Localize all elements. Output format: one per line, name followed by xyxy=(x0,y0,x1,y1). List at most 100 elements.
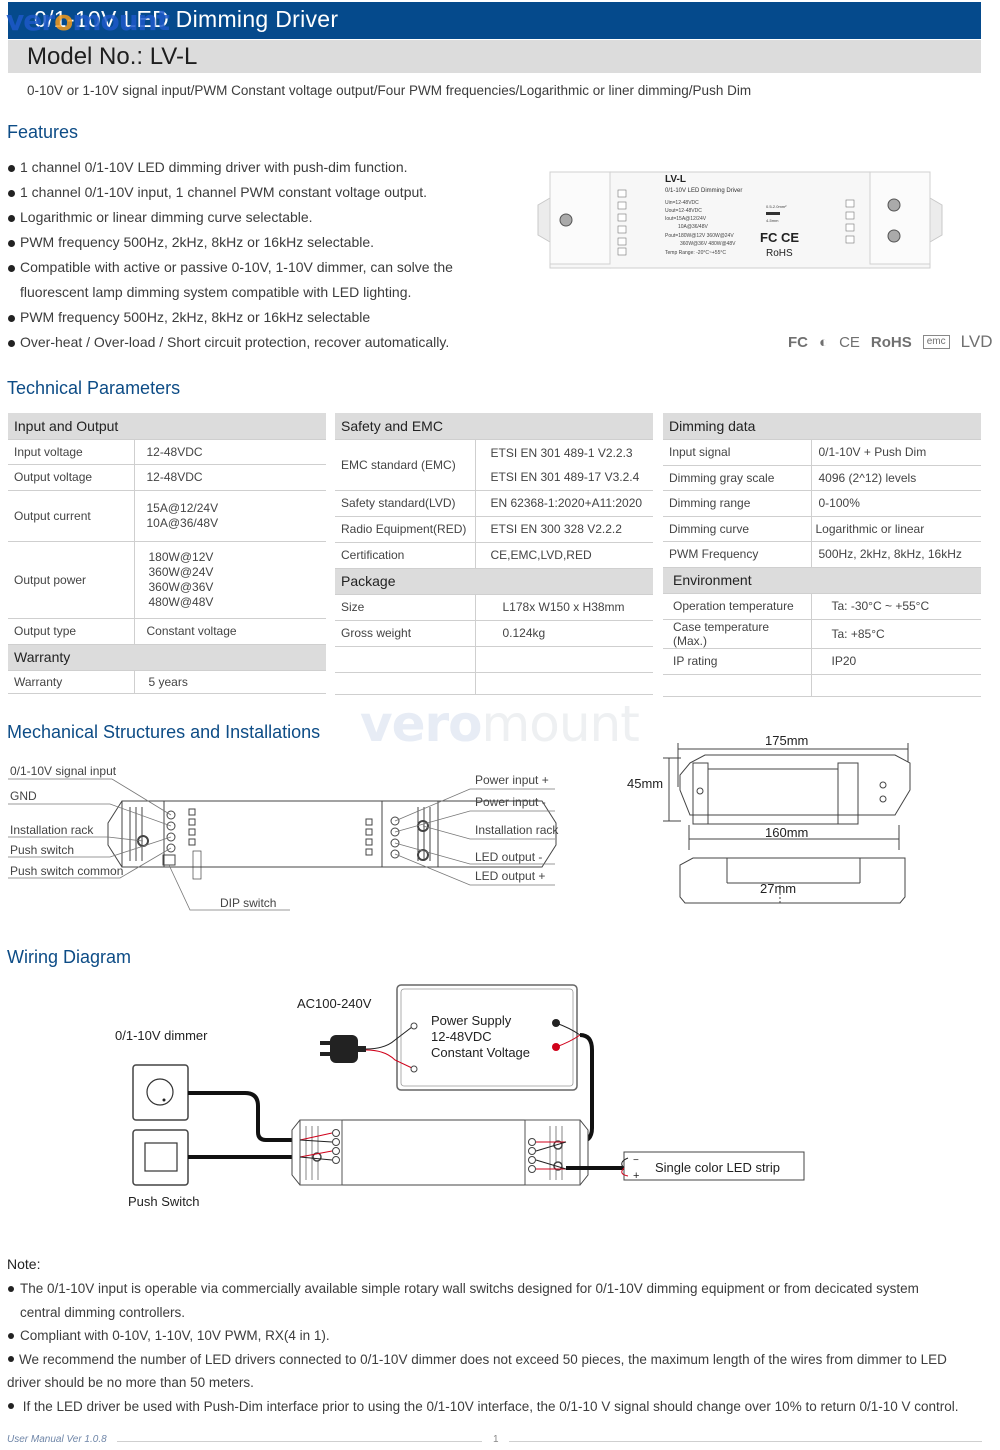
strip-minus: − xyxy=(633,1155,639,1166)
table-row: Output current 15A@12/24V 10A@36/48V xyxy=(8,490,326,542)
led-strip-label: Single color LED strip xyxy=(655,1160,780,1175)
table-row: EMC standard (EMC) ETSI EN 301 489-1 V2.2… xyxy=(335,439,653,491)
label-temp: Temp Range: -20°C~+55°C xyxy=(665,250,726,256)
table-row: Certification CE,EMC,LVD,RED xyxy=(335,542,653,569)
feature-item: PWM frequency 500Hz, 2kHz, 8kHz or 16kHz… xyxy=(7,230,477,255)
product-image: LV-L 0/1-10V LED Dimming Driver Uin=12-4… xyxy=(537,171,943,269)
label-pout2: 360W@36V 480W@48V xyxy=(680,241,736,247)
table-row: Gross weight 0.124kg xyxy=(335,620,653,647)
watermark-logo: veromount xyxy=(360,695,640,753)
notes-heading: Note: xyxy=(7,1256,41,1272)
table-row: IP rating IP20 xyxy=(663,648,981,675)
table-row: Safety standard(LVD) EN 62368-1:2020+A11:… xyxy=(335,490,653,517)
note-item: The 0/1-10V input is operable via commer… xyxy=(7,1277,992,1301)
label-uin: Uin=12-48VDC xyxy=(665,200,699,206)
fcc-mark-icon: FC CE xyxy=(760,230,799,245)
left-cover xyxy=(549,171,611,265)
table-heading: Environment xyxy=(663,567,981,594)
label-strip: 4-5mm xyxy=(766,218,779,223)
note-item-continued: central dimming controllers. xyxy=(20,1304,186,1320)
mechanical-diagram: 0/1-10V signal input GND Installation ra… xyxy=(8,764,559,911)
dim-depth: 27mm xyxy=(760,881,796,896)
screw-icon xyxy=(887,229,901,243)
label-signal-input: 0/1-10V signal input xyxy=(10,764,117,778)
feature-item: 1 channel 0/1-10V input, 1 channel PWM c… xyxy=(7,180,477,205)
feature-item: 1 channel 0/1-10V LED dimming driver wit… xyxy=(7,155,477,180)
feature-item: Compatible with active or passive 0-10V,… xyxy=(7,255,457,305)
label-model: LV-L xyxy=(665,174,686,185)
table-row: Input signal 0/1-10V + Push Dim xyxy=(663,439,981,466)
table-heading: Safety and EMC xyxy=(335,413,653,440)
psu-label-2: 12-48VDC xyxy=(431,1029,492,1044)
top-view-outline xyxy=(679,754,911,816)
note-item-continued: driver should be no more than 50 meters. xyxy=(7,1375,254,1390)
table-row: Radio Equipment(RED) ETSI EN 300 328 V2.2… xyxy=(335,516,653,543)
note-item: If the LED driver be used with Push-Dim … xyxy=(7,1395,992,1419)
label-pout: Pout=180W@12V 360W@24V xyxy=(665,233,734,239)
feature-item: Over-heat / Over-load / Short circuit pr… xyxy=(7,330,477,355)
tech-heading: Technical Parameters xyxy=(7,378,181,398)
label-iout: Iout=15A@12/24V xyxy=(665,216,707,222)
subtitle: 0-10V or 1-10V signal input/PWM Constant… xyxy=(27,83,752,98)
table-heading: Dimming data xyxy=(663,413,981,440)
wiring-heading: Wiring Diagram xyxy=(7,947,132,967)
table-row: Operation temperature Ta: -30°C ~ +55°C xyxy=(663,593,981,620)
ac-voltage-label: AC100-240V xyxy=(297,996,372,1011)
table-row: Output voltage 12-48VDC xyxy=(8,464,326,491)
dimmer-knob-icon xyxy=(146,1078,174,1106)
push-switch-label: Push Switch xyxy=(128,1194,200,1209)
table-row: Size L178x W150 x H38mm xyxy=(335,594,653,621)
dimmer-cable xyxy=(188,1091,300,1142)
table-row-empty xyxy=(335,672,653,695)
table-input-output: Input and Output Input voltage 12-48VDC O… xyxy=(8,413,326,694)
footer: User Manual Ver 1.0.8 1 xyxy=(7,1434,982,1448)
table-row-empty xyxy=(335,646,653,673)
note-item: Compliant with 0-10V, 1-10V, 10V PWM, RX… xyxy=(7,1324,992,1348)
dimmer-label: 0/1-10V dimmer xyxy=(115,1028,208,1043)
certification-marks: FC ◐ CE RoHS emc LVD xyxy=(788,332,992,352)
strip-plus: + xyxy=(633,1170,639,1182)
c-tick-icon: ◐ xyxy=(819,333,829,351)
note-item: We recommend the number of LED drivers c… xyxy=(7,1348,992,1372)
manual-version: User Manual Ver 1.0.8 xyxy=(7,1434,107,1445)
footer-divider xyxy=(509,1441,982,1442)
notes-list: The 0/1-10V input is operable via commer… xyxy=(7,1277,992,1418)
model-number: Model No.: LV-L xyxy=(27,43,198,70)
model-bar: Model No.: LV-L xyxy=(8,40,981,73)
label-power-input-plus: Power input + xyxy=(475,773,549,787)
table-row: Dimming curve Logarithmic or linear xyxy=(663,516,981,542)
screw-icon xyxy=(887,198,901,212)
label-gnd: GND xyxy=(10,789,37,803)
screw-icon xyxy=(559,213,573,227)
label-wire: 0.5-2.0mm² xyxy=(766,204,787,209)
feature-item: PWM frequency 500Hz, 2kHz, 8kHz or 16kHz… xyxy=(7,305,477,330)
dim-height: 45mm xyxy=(627,776,663,791)
label-installation-rack-left: Installation rack xyxy=(10,823,94,837)
lvd-icon: LVD xyxy=(960,332,993,351)
emc-icon: emc xyxy=(922,335,950,349)
footer-divider xyxy=(117,1441,482,1442)
label-led-output-minus: LED output - xyxy=(475,850,542,864)
label-uout: Uout=12-48VDC xyxy=(665,208,702,214)
table-row: PWM Frequency 500Hz, 2kHz, 8kHz, 16kHz xyxy=(663,541,981,568)
psu-label-3: Constant Voltage xyxy=(431,1045,530,1060)
wiring-diagram: Power Supply 12-48VDC Constant Voltage A… xyxy=(115,984,805,1209)
table-heading: Input and Output xyxy=(8,413,326,440)
table-row: Case temperature (Max.) Ta: +85°C xyxy=(663,619,981,649)
features-list: 1 channel 0/1-10V LED dimming driver wit… xyxy=(7,155,477,355)
label-push-switch: Push switch xyxy=(10,843,74,857)
dim-inner-length: 160mm xyxy=(765,825,808,840)
table-row: Warranty 5 years xyxy=(8,670,326,694)
label-led-output-plus: LED output + xyxy=(475,869,545,883)
table-row-empty xyxy=(663,674,981,697)
feature-item: Logarithmic or linear dimming curve sele… xyxy=(7,205,477,230)
plug-icon xyxy=(320,1035,366,1063)
table-safety-package: Safety and EMC EMC standard (EMC) ETSI EN… xyxy=(335,413,653,695)
dim-length: 175mm xyxy=(765,733,808,748)
ce-icon: CE xyxy=(839,333,860,351)
rohs-icon: RoHS xyxy=(870,333,912,351)
label-iout2: 10A@36/48V xyxy=(678,224,708,230)
psu-label-1: Power Supply xyxy=(431,1013,512,1028)
table-heading: Package xyxy=(335,568,653,595)
watermark-logo: veromount xyxy=(6,4,170,37)
